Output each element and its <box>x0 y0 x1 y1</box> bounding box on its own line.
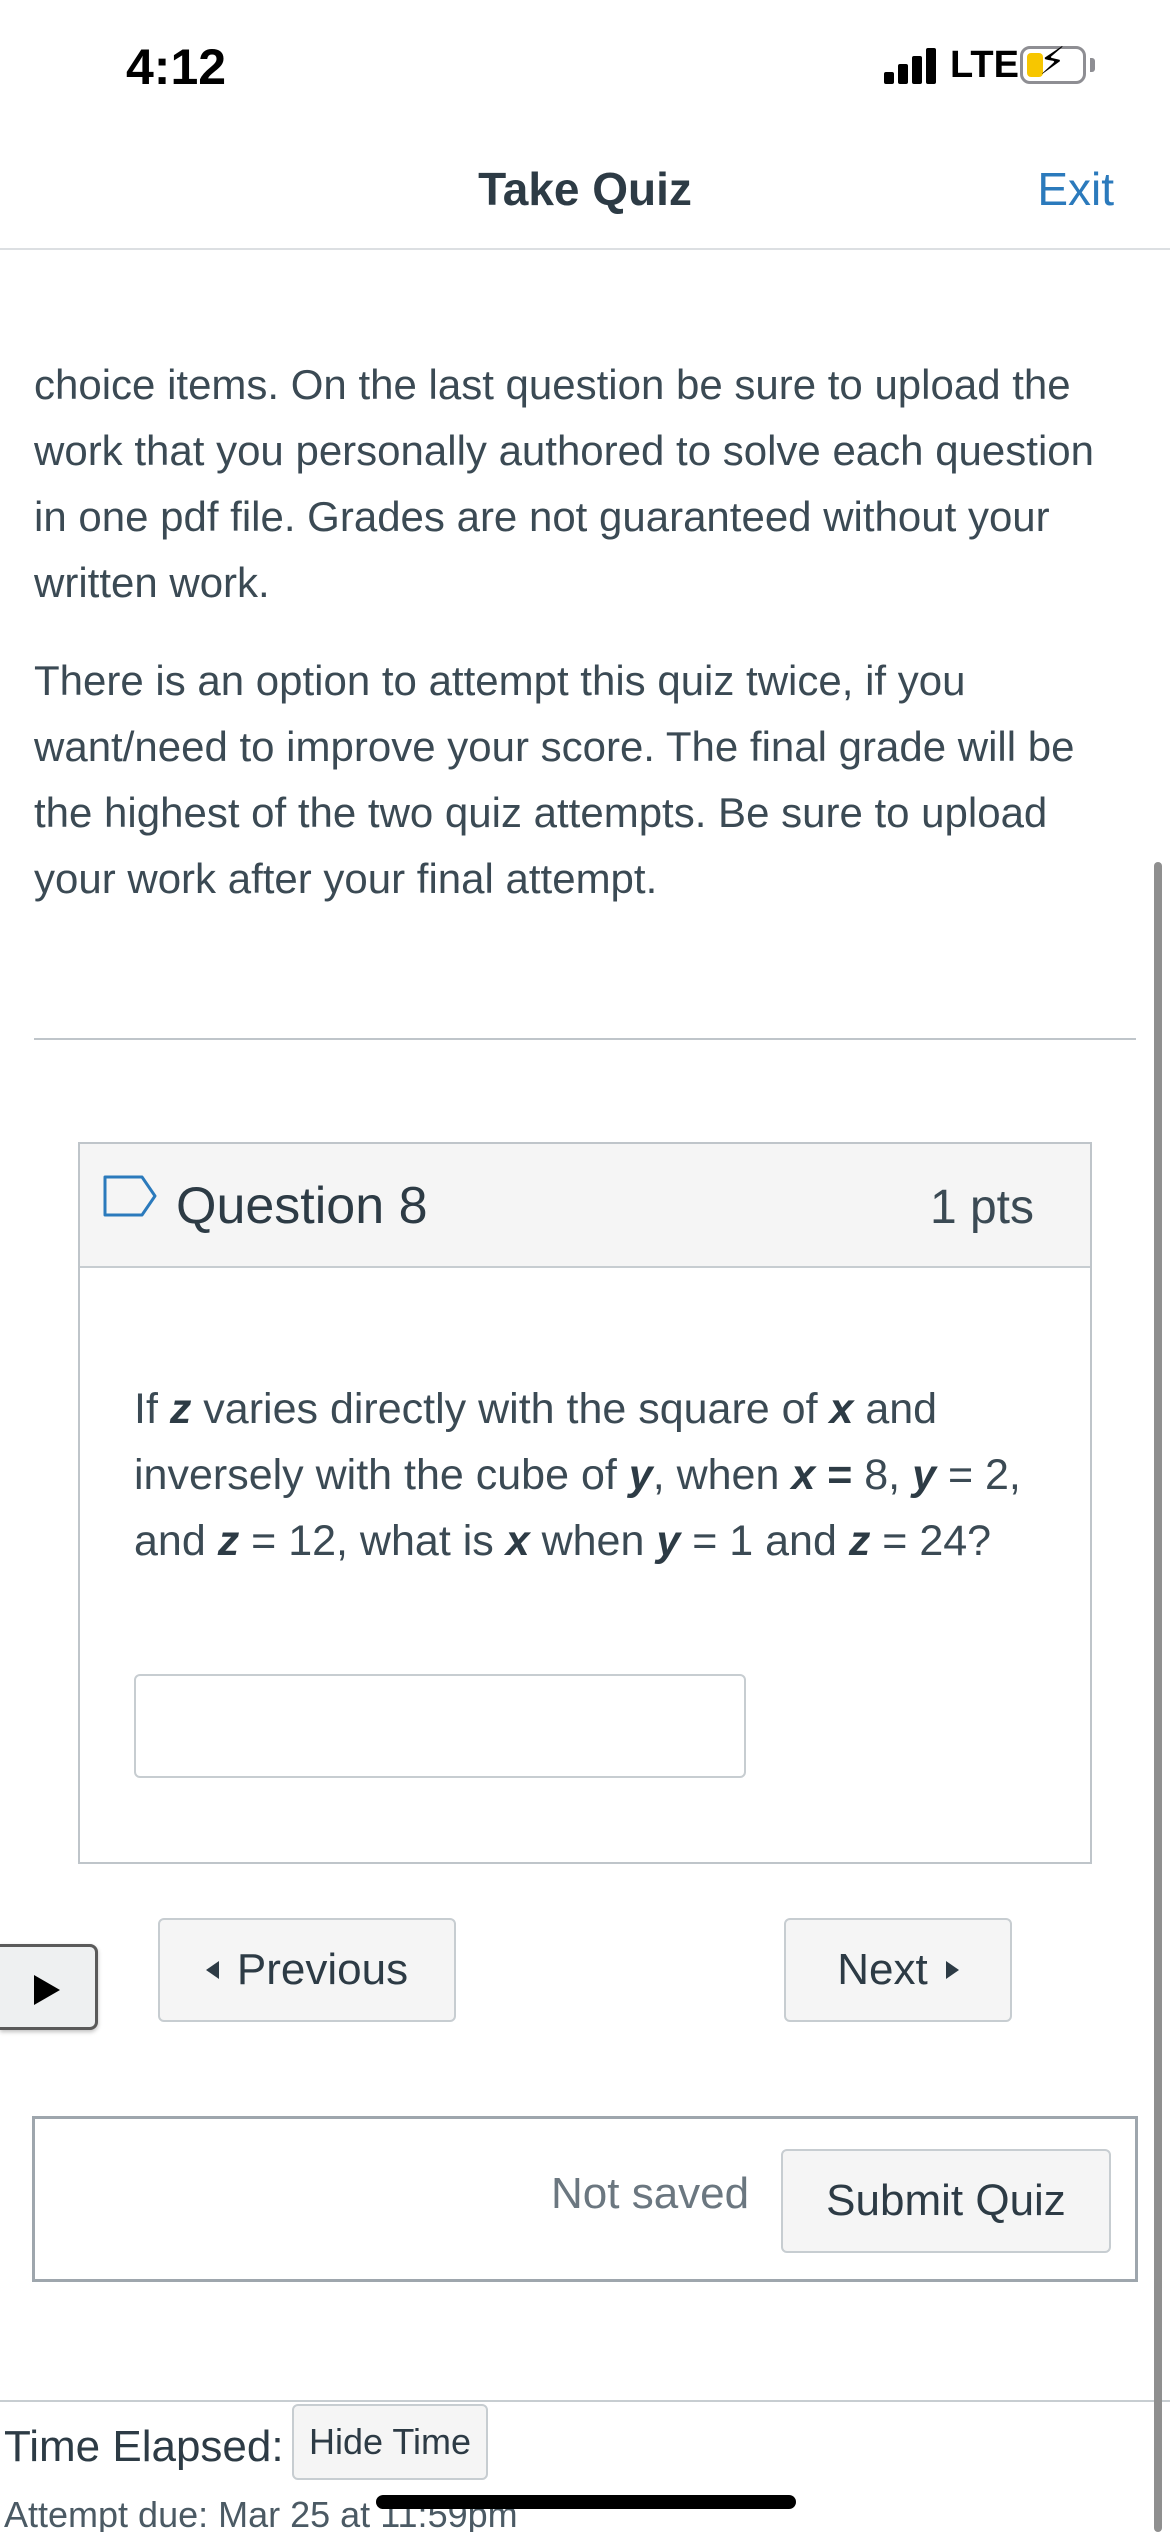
question-card: Question 8 1 pts If z varies directly wi… <box>78 1142 1092 1864</box>
battery-tip <box>1090 58 1095 72</box>
question-text-part: when <box>529 1517 657 1565</box>
quiz-timer-footer: Time Elapsed: Hide Time Attempt due: Mar… <box>0 2400 1170 2532</box>
previous-button[interactable]: Previous <box>158 1918 456 2022</box>
question-text-part: = 12, what is <box>239 1517 506 1565</box>
status-bar: 4:12 LTE ⚡ <box>0 0 1170 130</box>
instructions-paragraph: choice items. On the last question be su… <box>34 361 1094 606</box>
battery-charging-icon: ⚡ <box>1020 43 1086 84</box>
scrollbar[interactable] <box>1154 862 1162 2532</box>
question-text: If z varies directly with the square of … <box>134 1376 1034 1574</box>
play-button[interactable] <box>0 1944 98 2030</box>
status-time: 4:12 <box>126 39 227 95</box>
exit-button[interactable]: Exit <box>1037 162 1114 216</box>
variable-x: x <box>791 1451 816 1499</box>
caret-left-icon <box>205 1961 219 1979</box>
page-title: Take Quiz <box>478 163 692 215</box>
question-text-part: = 1 and <box>680 1517 849 1565</box>
variable-y: y <box>912 1451 936 1499</box>
variable-y: y <box>628 1451 653 1499</box>
save-status: Not saved <box>551 2169 750 2218</box>
next-label: Next <box>837 1945 928 1994</box>
variable-x: x <box>829 1385 854 1433</box>
submit-panel: Not saved Submit Quiz <box>32 2116 1138 2282</box>
signal-icon <box>884 48 940 84</box>
submit-quiz-button[interactable]: Submit Quiz <box>781 2149 1111 2253</box>
question-text-part: , when <box>652 1451 792 1499</box>
app-header: Take Quiz Exit <box>0 140 1170 250</box>
answer-input[interactable] <box>134 1674 746 1778</box>
network-type: LTE <box>950 44 1019 86</box>
quiz-instructions: choice items. On the last question be su… <box>34 352 1134 944</box>
home-indicator[interactable] <box>376 2495 796 2509</box>
flag-outline-icon[interactable] <box>102 1174 158 1218</box>
question-text-part: If <box>134 1385 170 1433</box>
instructions-paragraph: There is an option to attempt this quiz … <box>34 657 1075 902</box>
next-button[interactable]: Next <box>784 1918 1012 2022</box>
previous-label: Previous <box>236 1945 409 1994</box>
equals-sign: = <box>815 1451 865 1499</box>
section-divider <box>34 1038 1136 1040</box>
variable-z: z <box>217 1517 240 1565</box>
play-icon <box>34 1975 60 2005</box>
variable-x: x <box>505 1517 530 1565</box>
question-title: Question 8 <box>176 1177 428 1235</box>
question-text-part: 8, <box>864 1451 913 1499</box>
time-elapsed-label: Time Elapsed: <box>4 2422 284 2471</box>
variable-z: z <box>848 1517 871 1565</box>
caret-right-icon <box>945 1961 959 1979</box>
question-text-part: varies directly with the square of <box>191 1385 830 1433</box>
hide-time-button[interactable]: Hide Time <box>292 2404 488 2480</box>
question-text-part: = 24? <box>870 1517 992 1565</box>
variable-z: z <box>169 1385 192 1433</box>
variable-y: y <box>656 1517 681 1565</box>
question-header: Question 8 1 pts <box>80 1144 1090 1268</box>
question-points: 1 pts <box>929 1181 1034 1234</box>
